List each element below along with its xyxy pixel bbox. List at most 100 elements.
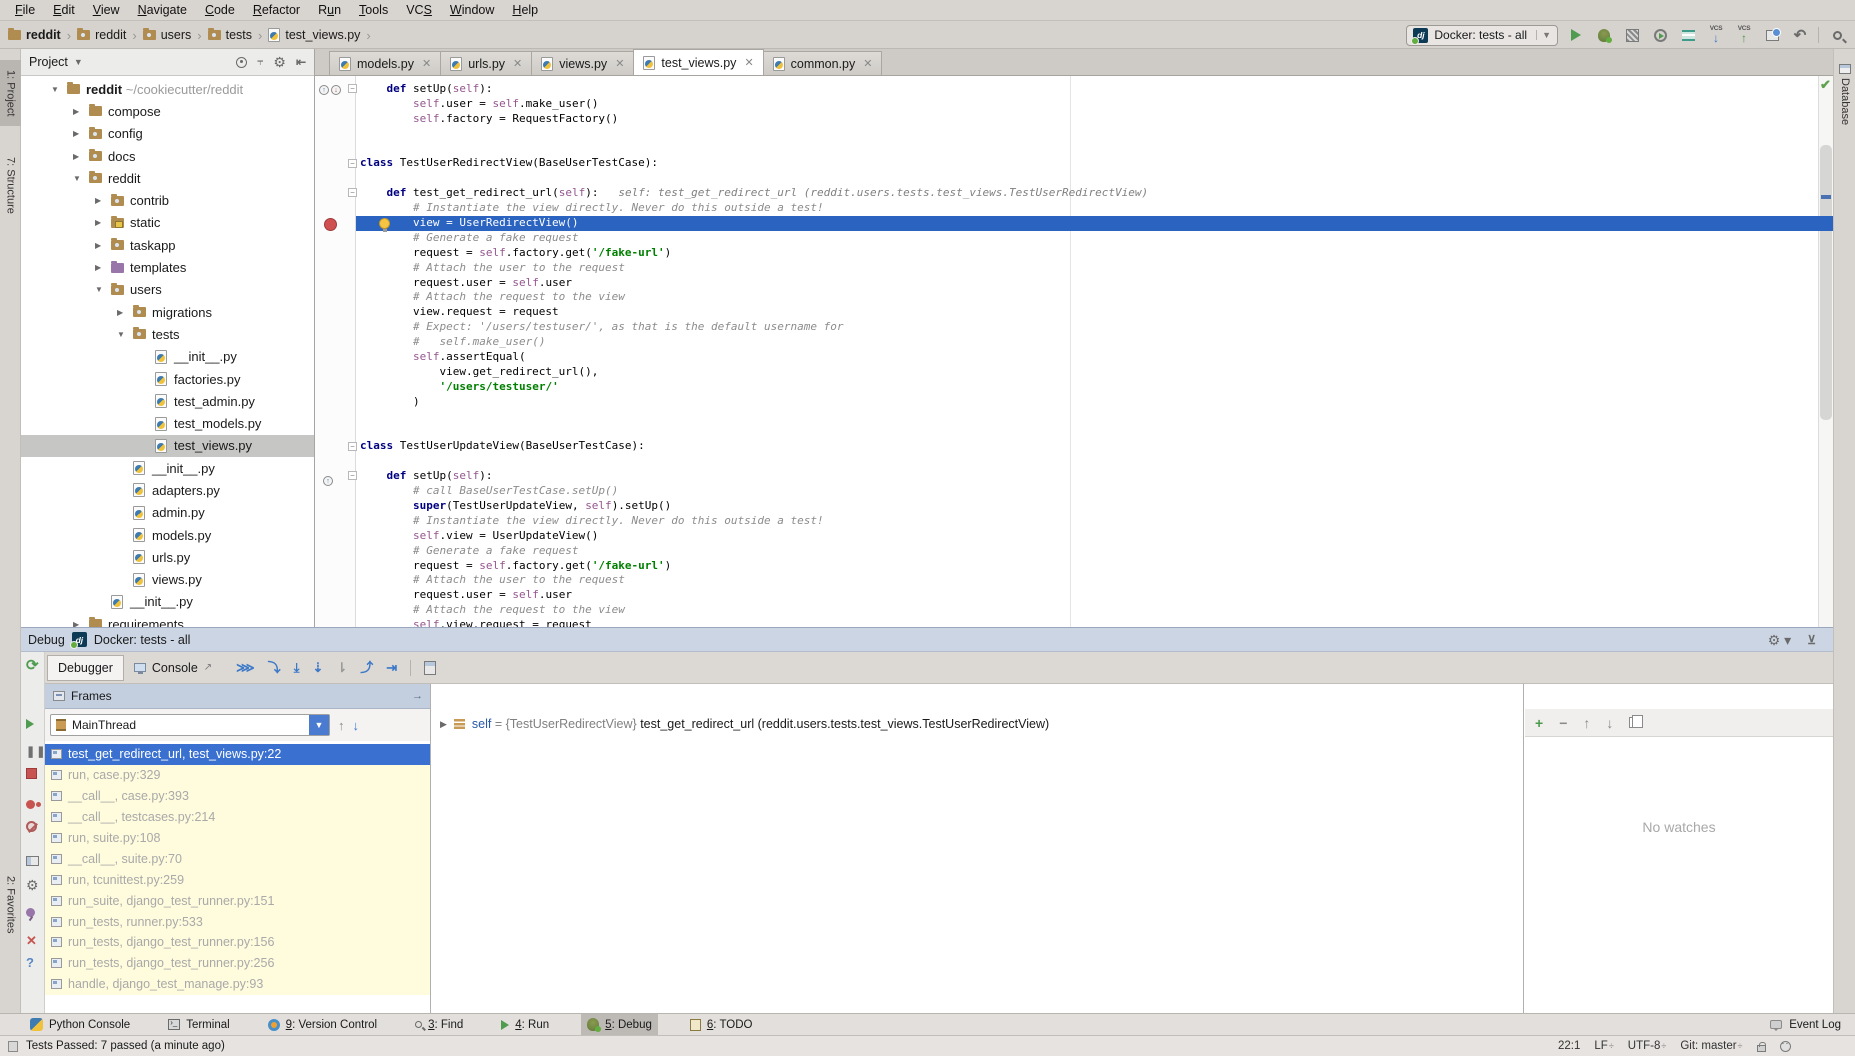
collapse-all-button[interactable]: ⫧: [257, 57, 263, 68]
code-line[interactable]: def test_get_redirect_url(self): self: t…: [315, 186, 1833, 201]
menu-run[interactable]: Run: [309, 1, 350, 19]
step-out-button[interactable]: ⤴: [360, 661, 373, 674]
code-line[interactable]: def setUp(self):: [315, 82, 1833, 97]
tool-button-6-todo[interactable]: 6: TODO: [684, 1014, 759, 1036]
code-line[interactable]: # Instantiate the view directly. Never d…: [315, 514, 1833, 529]
tree-item-models-py[interactable]: models.py: [21, 524, 314, 546]
code-line[interactable]: [315, 454, 1833, 469]
code-line[interactable]: self.factory = RequestFactory(): [315, 112, 1833, 127]
fold-toggle[interactable]: −: [348, 442, 357, 451]
frame-row[interactable]: __call__, case.py:393: [45, 786, 430, 807]
step-into-my-code-button[interactable]: ⇣: [312, 661, 323, 674]
code-line[interactable]: self.assertEqual(: [315, 350, 1833, 365]
thread-select[interactable]: MainThread ▼: [50, 714, 330, 736]
frame-row[interactable]: run, tcunittest.py:259: [45, 869, 430, 890]
tree-item-taskapp[interactable]: ▶taskapp: [21, 234, 314, 256]
restore-layout-button[interactable]: [26, 855, 39, 869]
run-configuration-select[interactable]: dj Docker: tests - all ▼: [1406, 25, 1558, 46]
tool-button-9-version-control[interactable]: 9: Version Control: [262, 1014, 383, 1036]
next-frame-button[interactable]: ↓: [353, 718, 360, 733]
help-button[interactable]: ?: [26, 956, 34, 970]
tree-expand-arrow[interactable]: ▶: [73, 107, 79, 116]
code-line[interactable]: self.view.request = request: [315, 618, 1833, 627]
rerun-button[interactable]: ⟳: [26, 658, 39, 673]
concurrency-diagram-button[interactable]: [1678, 25, 1698, 45]
project-panel-title[interactable]: Project: [29, 55, 68, 69]
lock-icon[interactable]: [1757, 1045, 1766, 1052]
tree-item-test_admin-py[interactable]: test_admin.py: [21, 390, 314, 412]
close-icon[interactable]: ✕: [422, 57, 431, 70]
shelve-changes-button[interactable]: [1762, 25, 1782, 45]
code-line[interactable]: [315, 424, 1833, 439]
breadcrumb-item-tests[interactable]: tests: [208, 28, 252, 42]
frame-row[interactable]: run_tests, runner.py:533: [45, 911, 430, 932]
previous-frame-button[interactable]: ↑: [338, 718, 345, 733]
step-into-button[interactable]: ⤓: [294, 661, 300, 674]
encoding-widget[interactable]: UTF-8÷: [1628, 1040, 1667, 1052]
tree-item-test_models-py[interactable]: test_models.py: [21, 412, 314, 434]
tree-expand-arrow[interactable]: ▶: [95, 241, 101, 250]
tree-expand-arrow[interactable]: ▶: [73, 620, 79, 627]
tab-common-py[interactable]: common.py✕: [763, 51, 883, 75]
evaluate-expression-button[interactable]: [424, 661, 436, 675]
pin-tab-button[interactable]: [26, 906, 35, 920]
code-line[interactable]: self.view = UserUpdateView(): [315, 529, 1833, 544]
breadcrumb-item-test_views-py[interactable]: test_views.py: [268, 28, 360, 42]
tool-button-4-run[interactable]: 4: Run: [495, 1014, 555, 1036]
move-watch-up-button[interactable]: ↑: [1583, 716, 1590, 730]
code-line[interactable]: [315, 127, 1833, 142]
menu-edit[interactable]: Edit: [44, 1, 84, 19]
tree-expand-arrow[interactable]: ▶: [117, 308, 123, 317]
tree-item-docs[interactable]: ▶docs: [21, 145, 314, 167]
event-log-button[interactable]: Event Log: [1770, 1019, 1841, 1031]
locate-file-button[interactable]: [236, 57, 247, 68]
override-method-icons[interactable]: ↑↓: [319, 85, 341, 95]
coverage-button[interactable]: [1622, 25, 1642, 45]
tool-button-database[interactable]: Database: [1834, 60, 1855, 150]
frame-row[interactable]: run_tests, django_test_runner.py:256: [45, 953, 430, 974]
duplicate-watch-button[interactable]: [1629, 717, 1638, 728]
frame-row[interactable]: run, case.py:329: [45, 765, 430, 786]
code-line[interactable]: request = self.factory.get('/fake-url'): [315, 246, 1833, 261]
code-line[interactable]: # Attach the request to the view: [315, 290, 1833, 305]
tree-collapse-arrow[interactable]: ▼: [73, 174, 81, 183]
close-icon[interactable]: ✕: [513, 57, 522, 70]
tool-button-favorites[interactable]: 2: Favorites: [0, 860, 21, 950]
settings-gear-icon[interactable]: ⚙: [26, 878, 39, 893]
frame-row[interactable]: run_suite, django_test_runner.py:151: [45, 890, 430, 911]
frame-row[interactable]: __call__, suite.py:70: [45, 848, 430, 869]
tool-button-python-console[interactable]: Python Console: [24, 1014, 136, 1036]
caret-position-widget[interactable]: 22:1: [1558, 1040, 1580, 1052]
tool-button-3-find[interactable]: 3: Find: [409, 1014, 469, 1036]
intention-bulb-icon[interactable]: [379, 218, 390, 232]
code-line[interactable]: [315, 171, 1833, 186]
tree-collapse-arrow[interactable]: ▼: [95, 285, 103, 294]
mute-breakpoints-button[interactable]: [26, 821, 37, 835]
menu-navigate[interactable]: Navigate: [129, 1, 196, 19]
close-icon[interactable]: ✕: [863, 57, 872, 70]
run-button[interactable]: [1566, 25, 1586, 45]
code-line[interactable]: # Expect: '/users/testuser/', as that is…: [315, 320, 1833, 335]
tree-item-reddit[interactable]: ▼reddit ~/cookiecutter/reddit: [21, 78, 314, 100]
code-line[interactable]: class TestUserUpdateView(BaseUserTestCas…: [315, 439, 1833, 454]
menu-tools[interactable]: Tools: [350, 1, 397, 19]
profiler-button[interactable]: [1650, 25, 1670, 45]
code-line[interactable]: # Generate a fake request: [315, 544, 1833, 559]
tree-collapse-arrow[interactable]: ▼: [51, 85, 59, 94]
undo-button[interactable]: ↶: [1790, 25, 1810, 45]
code-line[interactable]: [315, 142, 1833, 157]
gear-icon[interactable]: ⚙: [273, 55, 286, 69]
tree-item-__init__-py[interactable]: __init__.py: [21, 346, 314, 368]
frame-row[interactable]: run, suite.py:108: [45, 828, 430, 849]
tree-item-tests[interactable]: ▼tests: [21, 323, 314, 345]
chevron-down-icon[interactable]: ▼: [74, 57, 83, 67]
breadcrumb-item-reddit[interactable]: reddit: [8, 28, 61, 42]
tree-item-urls-py[interactable]: urls.py: [21, 546, 314, 568]
line-ending-widget[interactable]: LF÷: [1594, 1040, 1613, 1052]
breadcrumb-item-reddit[interactable]: reddit: [77, 28, 126, 42]
close-button[interactable]: ✕: [26, 934, 37, 948]
tree-item-factories-py[interactable]: factories.py: [21, 368, 314, 390]
hide-panel-button[interactable]: ⇤: [296, 56, 306, 68]
breakpoint-icon[interactable]: [324, 218, 337, 231]
tree-item-__init__-py[interactable]: __init__.py: [21, 457, 314, 479]
